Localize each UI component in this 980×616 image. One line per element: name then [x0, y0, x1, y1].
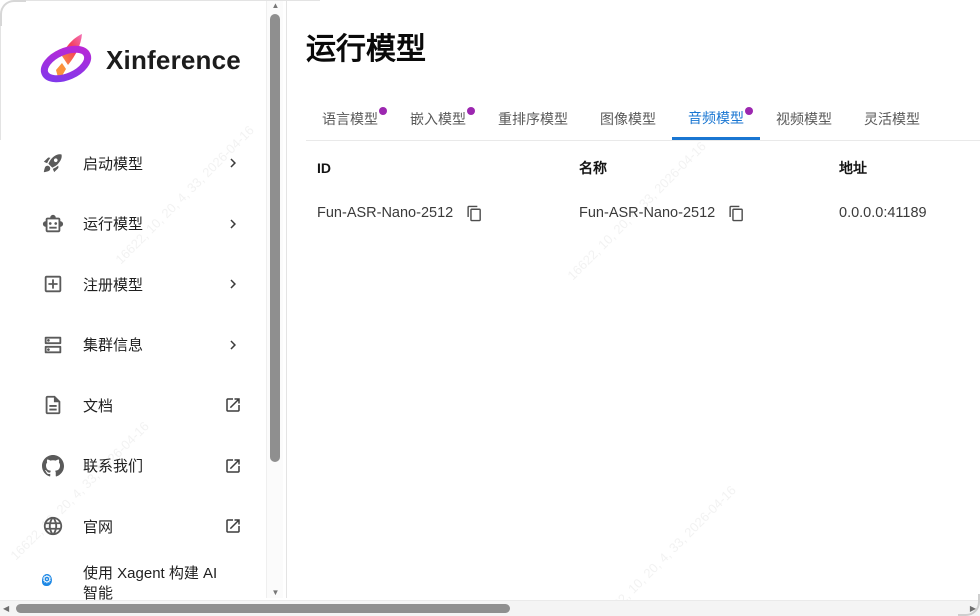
sidebar-scrollbar-thumb[interactable] [270, 14, 280, 462]
sidebar-item-website[interactable]: 官网 [0, 496, 266, 557]
new-badge-dot [745, 107, 753, 115]
model-name-cell: Fun-ASR-Nano-2512 [568, 205, 828, 222]
tab-label: 图像模型 [600, 109, 656, 129]
sidebar-item-contact[interactable]: 联系我们 [0, 436, 266, 497]
sidebar-item-register-model[interactable]: 注册模型 [0, 254, 266, 315]
sidebar-item-cluster-info[interactable]: 集群信息 [0, 315, 266, 376]
new-badge-dot [467, 107, 475, 115]
sidebar-item-label: 官网 [83, 516, 224, 537]
robot-icon [42, 213, 64, 235]
horizontal-scrollbar-thumb[interactable] [16, 604, 510, 613]
external-link-icon [224, 457, 242, 475]
sidebar-item-running-models[interactable]: 运行模型 [0, 194, 266, 255]
copy-id-button[interactable] [466, 205, 483, 222]
tab-label: 视频模型 [776, 109, 832, 129]
tab-flexible-models[interactable]: 灵活模型 [848, 98, 936, 140]
external-link-icon [224, 396, 242, 414]
chevron-right-icon [224, 336, 242, 354]
model-id-text: Fun-ASR-Nano-2512 [317, 205, 453, 221]
app-logo: Xinference [34, 28, 241, 92]
chevron-right-icon [224, 275, 242, 293]
running-models-table: ID 名称 地址 Fun-ASR-Nano-2512 Fun-ASR-Nano-… [306, 150, 980, 240]
chevron-right-icon [224, 215, 242, 233]
rocket-icon [42, 152, 64, 174]
column-header-address: 地址 [828, 158, 980, 178]
copy-name-button[interactable] [728, 205, 745, 222]
sidebar-scrollbar[interactable]: ▲ ▼ [266, 0, 283, 598]
model-name-text: Fun-ASR-Nano-2512 [579, 205, 715, 221]
sidebar-item-label: 集群信息 [83, 334, 224, 355]
globe-icon [42, 515, 64, 537]
window-border [20, 0, 320, 1]
app-title: Xinference [106, 45, 241, 76]
add-box-icon [42, 273, 64, 295]
new-badge-dot [379, 107, 387, 115]
sidebar: Xinference 启动模型 运行模型 [0, 0, 287, 598]
tab-label: 嵌入模型 [410, 109, 466, 129]
sidebar-item-docs[interactable]: 文档 [0, 375, 266, 436]
sidebar-item-label: 启动模型 [83, 153, 224, 174]
github-icon [42, 455, 64, 477]
tab-embedding-models[interactable]: 嵌入模型 [394, 98, 482, 140]
model-type-tabs: 语言模型 嵌入模型 重排序模型 图像模型 音频模型 视频模型 灵活模型 [306, 98, 980, 141]
tab-language-models[interactable]: 语言模型 [306, 98, 394, 140]
table-header-row: ID 名称 地址 [306, 150, 980, 186]
external-link-icon [224, 517, 242, 535]
sidebar-item-launch-model[interactable]: 启动模型 [0, 133, 266, 194]
tab-audio-models[interactable]: 音频模型 [672, 98, 760, 140]
copy-icon [728, 205, 745, 222]
window-border [0, 20, 1, 140]
scroll-right-icon[interactable]: ▶ [970, 601, 976, 616]
scroll-up-icon[interactable]: ▲ [267, 1, 284, 10]
sidebar-item-label: 联系我们 [83, 455, 224, 476]
tab-video-models[interactable]: 视频模型 [760, 98, 848, 140]
page-title: 运行模型 [306, 24, 426, 68]
column-header-name: 名称 [568, 158, 828, 178]
model-address-cell: 0.0.0.0:41189 [828, 205, 980, 221]
sidebar-nav: 启动模型 运行模型 注册模型 [0, 133, 266, 616]
tab-label: 音频模型 [688, 108, 744, 128]
sidebar-item-label: 文档 [83, 395, 224, 416]
sidebar-item-label: 注册模型 [83, 274, 224, 295]
tab-label: 灵活模型 [864, 109, 920, 129]
model-address-text: 0.0.0.0:41189 [839, 205, 927, 221]
scroll-down-icon[interactable]: ▼ [267, 588, 284, 597]
cluster-icon [42, 334, 64, 356]
tab-rerank-models[interactable]: 重排序模型 [482, 98, 584, 140]
sidebar-item-label: 使用 Xagent 构建 AI 智能 [83, 564, 224, 604]
app-window: 16622, 10, 20, 4, 33, 2026-04-16 16622, … [0, 0, 980, 616]
copy-icon [466, 205, 483, 222]
chevron-right-icon [224, 154, 242, 172]
horizontal-scrollbar[interactable]: ◀ ▶ [0, 600, 980, 616]
sidebar-item-label: 运行模型 [83, 213, 224, 234]
tab-label: 重排序模型 [498, 109, 568, 129]
main-content: 运行模型 语言模型 嵌入模型 重排序模型 图像模型 音频模型 视频模型 [288, 0, 980, 600]
tab-label: 语言模型 [322, 109, 378, 129]
model-id-cell: Fun-ASR-Nano-2512 [306, 205, 568, 222]
document-icon [42, 394, 64, 416]
xinference-logo-icon [34, 28, 98, 92]
tab-image-models[interactable]: 图像模型 [584, 98, 672, 140]
table-row: Fun-ASR-Nano-2512 Fun-ASR-Nano-2512 0.0.… [306, 186, 980, 240]
scroll-left-icon[interactable]: ◀ [3, 601, 9, 616]
column-header-id: ID [306, 160, 568, 176]
xagent-chat-gear-icon: ⚙ [42, 570, 64, 592]
